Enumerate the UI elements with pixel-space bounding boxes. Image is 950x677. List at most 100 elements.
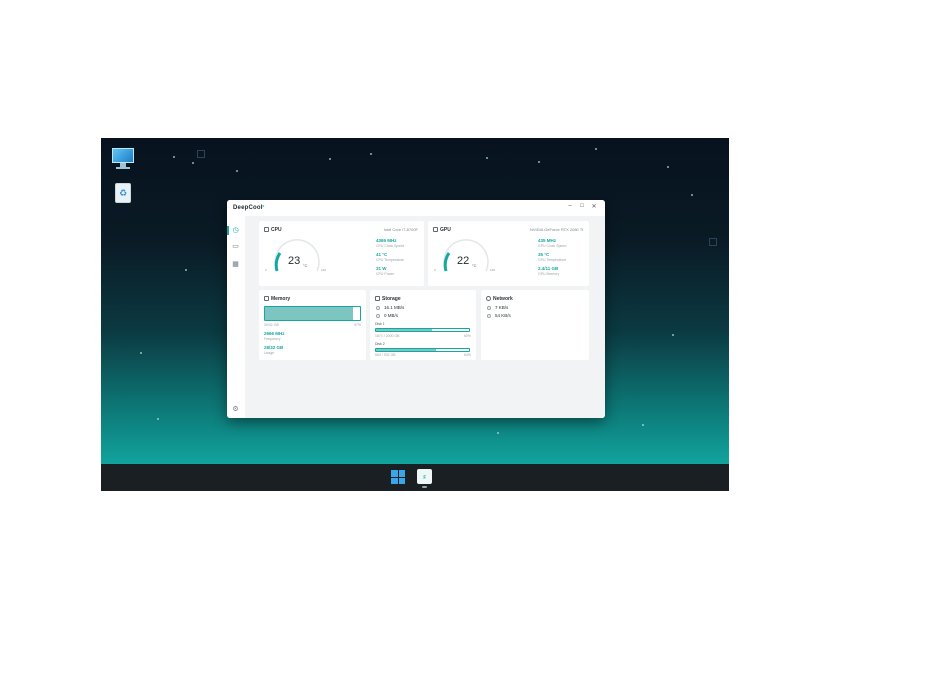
cpu-power-stat: 31 W CPU Power [376,266,394,276]
memory-frequency-label: Frequency [264,337,281,341]
disk-1-usage: 1871 / 2000 GB [375,334,400,338]
desktop-background: ♻ DeepCool ⸗ – □ ✕ ◷ ▭ ▦ ⚙ CPU Intel Cor… [101,138,729,491]
cpu-gauge-min: 0 [265,268,267,272]
star [642,424,644,426]
network-card: Network 7 KB/s 54 KB/s [481,290,589,360]
taskbar: ⸗ [101,464,729,491]
start-tile [398,477,405,484]
storage-read: 16.1 MB/s [384,305,405,310]
deepcool-taskbar-icon[interactable]: ⸗ [417,469,432,484]
dashboard-content: CPU Intel Core i7-8700F 0 100 23 °C 4365… [245,216,605,418]
cpu-clock-stat: 4365 MHz CPU Clock Speed [376,238,404,248]
gpu-clock-stat: 435 MHz GPU Clock Speed [538,238,566,248]
memory-frequency-value: 2666 MHz [264,331,285,336]
star [185,269,187,271]
start-tile [391,477,398,484]
cpu-icon [264,227,269,232]
star [157,418,159,420]
gpu-memory-stat: 2.4/11 GB GPU Memory [538,266,559,276]
cpu-model: Intel Core i7-8700F [383,227,418,232]
cpu-temperature-unit: °C [303,263,308,268]
star [486,157,488,159]
logo-mark-icon: ⸗ [262,203,265,210]
disk-1-fill [376,329,432,331]
grid-icon[interactable]: ▦ [231,260,240,269]
network-upload: 7 KB/s [495,305,509,310]
memory-usage-text: 30/32 GB [264,323,279,327]
sidebar: ◷ ▭ ▦ ⚙ [227,216,245,418]
disk-2-usage: 564 / 932 GB [375,353,396,357]
memory-usage-fill [265,307,354,320]
deepcool-window: DeepCool ⸗ – □ ✕ ◷ ▭ ▦ ⚙ CPU Intel Core … [227,200,605,418]
recycle-bin-desktop-icon[interactable]: ♻ [110,180,136,206]
star [691,194,693,196]
star [140,352,142,354]
gpu-card: GPU NVIDIA GeForce RTX 2080 Ti 0 100 22 … [428,221,589,286]
star [192,162,194,164]
write-icon [376,314,380,318]
gpu-memory-label: GPU Memory [538,272,560,276]
cpu-title: CPU [271,227,282,233]
square-decoration [197,150,205,158]
gpu-temperature-unit: °C [472,263,477,268]
gpu-icon [433,227,438,232]
dashboard-icon[interactable]: ◷ [231,226,240,235]
cpu-temp-value: 41 °C [376,252,388,257]
recycle-symbol-icon: ♻ [118,188,128,198]
start-tile [398,470,405,477]
monitor-base [116,167,130,169]
disk-1-percent: 60% [463,334,471,338]
storage-card: Storage 16.1 MB/s 0 MB/s Disk 1 1871 / 2… [370,290,476,360]
disk-2-bar [375,348,470,352]
cpu-power-value: 31 W [376,266,387,271]
start-tile [391,470,398,477]
gear-icon[interactable]: ⚙ [231,405,240,414]
minimize-button[interactable]: – [566,203,574,209]
disk-2-fill [376,349,436,351]
maximize-button[interactable]: □ [578,203,586,209]
gpu-temp-stat: 35 °C GPU Temperature [538,252,566,262]
memory-icon [264,296,269,301]
cpu-card: CPU Intel Core i7-8700F 0 100 23 °C 4365… [259,221,424,286]
close-button[interactable]: ✕ [590,203,598,210]
gpu-model: NVIDIA GeForce RTX 2080 Ti [529,227,583,232]
app-logo: DeepCool [233,205,263,211]
cpu-temp-label: CPU Temperature [376,258,404,262]
gpu-gauge-min: 0 [434,268,436,272]
gpu-temperature-value: 22 [457,255,470,267]
memory-usage-percent: 97% [353,323,361,327]
memory-total-label: Usage [264,351,275,355]
star [236,170,238,172]
disk-2-name: Disk 2 [375,342,385,346]
gpu-temp-label: GPU Temperature [538,258,567,262]
cpu-temperature-value: 23 [288,255,301,267]
windows-start-button[interactable] [391,470,405,484]
cpu-temp-stat: 41 °C CPU Temperature [376,252,404,262]
star [329,158,331,160]
disk-1-bar [375,328,470,332]
network-icon [486,296,491,301]
star [173,156,175,158]
star [370,153,372,155]
running-indicator [422,486,427,488]
upload-icon [487,306,491,310]
sidebar-active-indicator [227,226,229,235]
monitor-icon[interactable]: ▭ [231,242,240,251]
star [595,148,597,150]
memory-total-value: 28/32 GB [264,345,284,350]
download-icon [487,314,491,318]
monitor-icon [112,148,134,163]
memory-usage-bar [264,306,361,321]
storage-write: 0 MB/s [384,313,399,318]
gpu-title: GPU [440,227,451,233]
storage-title: Storage [382,296,401,302]
this-pc-desktop-icon[interactable] [110,146,136,172]
title-bar[interactable]: DeepCool ⸗ – □ ✕ [227,200,605,216]
star [497,432,499,434]
cpu-clock-label: CPU Clock Speed [376,244,405,248]
storage-icon [375,296,380,301]
gpu-clock-label: GPU Clock Speed [538,244,567,248]
disk-1-name: Disk 1 [375,322,385,326]
square-decoration [709,238,717,246]
memory-card: Memory 30/32 GB 97% 2666 MHz Frequency 2… [259,290,366,360]
